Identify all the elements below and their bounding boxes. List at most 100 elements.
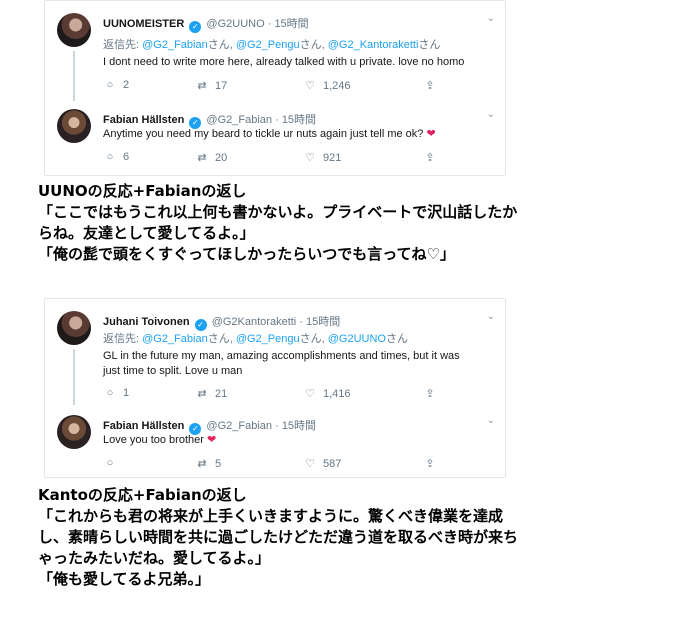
retweet-button[interactable]: ⇄ 5 bbox=[195, 457, 221, 470]
separator-dot: · bbox=[275, 114, 279, 126]
caption-quote-line: らね。友達として愛してるよ。」 bbox=[38, 224, 255, 242]
tweet-kanto[interactable]: Juhani Toivonen ✓ @G2Kantoraketti · 15時間… bbox=[45, 299, 505, 405]
retweet-icon: ⇄ bbox=[197, 388, 207, 400]
like-count: 921 bbox=[323, 152, 342, 164]
user-handle[interactable]: @G2UUNO bbox=[206, 18, 264, 30]
mention-link[interactable]: @G2_Kantoraketti bbox=[328, 39, 419, 51]
reply-button[interactable]: ○ bbox=[103, 457, 123, 469]
tweet-text-content: Anytime you need my beard to tickle ur n… bbox=[103, 128, 427, 140]
mention-link[interactable]: @G2_Fabian bbox=[142, 333, 208, 345]
chevron-down-icon[interactable]: ⌄ bbox=[487, 13, 495, 24]
user-handle[interactable]: @G2Kantoraketti bbox=[212, 316, 297, 328]
separator-dot: · bbox=[299, 316, 303, 328]
red-heart-emoji: ❤ bbox=[426, 128, 436, 140]
honorific: さん bbox=[207, 333, 230, 345]
caption-quote-line: 「俺の髭で頭をくすぐってほしかったらいつでも言ってね♡」 bbox=[38, 245, 455, 263]
tweet-text: I dont need to write more here, already … bbox=[103, 56, 465, 68]
mention-link[interactable]: @G2_Fabian bbox=[142, 39, 208, 51]
share-button[interactable]: ⇪ bbox=[423, 457, 443, 470]
tweet-text: Anytime you need my beard to tickle ur n… bbox=[103, 127, 436, 142]
caption-uuno: UUNOの反応+Fabianの返し 「ここではもうこれ以上何も書かないよ。プライ… bbox=[38, 181, 517, 265]
heart-icon: ♡ bbox=[305, 80, 315, 92]
tweet-actions: ○ ⇄ 5 ♡ 587 ⇪ bbox=[103, 457, 493, 473]
separator-dot: · bbox=[275, 420, 279, 432]
reply-button[interactable]: ○ 1 bbox=[103, 387, 129, 399]
mention-link[interactable]: @G2_Pengu bbox=[236, 333, 300, 345]
tweet-uuno[interactable]: UUNOMEISTER ✓ @G2UUNO · 15時間 ⌄ 返信先: @G2_… bbox=[45, 1, 505, 101]
tweet-actions: ○ 6 ⇄ 20 ♡ 921 ⇪ bbox=[103, 151, 493, 167]
caption-quote-line: 「俺も愛してるよ兄弟。」 bbox=[38, 570, 211, 588]
reply-icon: ○ bbox=[106, 387, 114, 399]
like-count: 1,246 bbox=[323, 80, 351, 92]
mention-link[interactable]: @G2UUNO bbox=[328, 333, 386, 345]
heart-icon: ♡ bbox=[305, 388, 315, 400]
replying-to: 返信先: @G2_Fabianさん, @G2_Penguさん, @G2_Kant… bbox=[103, 36, 440, 52]
share-icon: ⇪ bbox=[425, 80, 435, 92]
tweet-actions: ○ 1 ⇄ 21 ♡ 1,416 ⇪ bbox=[103, 387, 493, 403]
caption-quote-line: ゃったみたいだね。愛してるよ。」 bbox=[38, 549, 271, 567]
like-button[interactable]: ♡ 1,416 bbox=[303, 387, 351, 400]
share-icon: ⇪ bbox=[425, 152, 435, 164]
chevron-down-icon[interactable]: ⌄ bbox=[487, 109, 495, 120]
share-button[interactable]: ⇪ bbox=[423, 387, 443, 400]
chevron-down-icon[interactable]: ⌄ bbox=[487, 311, 495, 322]
share-button[interactable]: ⇪ bbox=[423, 79, 443, 92]
replying-to: 返信先: @G2_Fabianさん, @G2_Penguさん, @G2UUNOさ… bbox=[103, 330, 408, 346]
retweet-count: 20 bbox=[215, 152, 228, 164]
reply-count: 6 bbox=[123, 151, 130, 163]
honorific: さん bbox=[299, 333, 322, 345]
retweet-button[interactable]: ⇄ 20 bbox=[195, 151, 227, 164]
reply-icon: ○ bbox=[106, 79, 114, 91]
share-button[interactable]: ⇪ bbox=[423, 151, 443, 164]
display-name[interactable]: Fabian Hällsten bbox=[103, 114, 184, 126]
like-button[interactable]: ♡ 1,246 bbox=[303, 79, 351, 92]
replying-label: 返信先: bbox=[103, 333, 143, 345]
display-name[interactable]: Juhani Toivonen bbox=[103, 316, 190, 328]
avatar[interactable] bbox=[57, 13, 91, 47]
user-handle[interactable]: @G2_Fabian bbox=[206, 114, 272, 126]
display-name[interactable]: Fabian Hällsten bbox=[103, 420, 184, 432]
avatar[interactable] bbox=[57, 311, 91, 345]
separator-dot: · bbox=[267, 18, 272, 30]
user-handle[interactable]: @G2_Fabian bbox=[206, 420, 272, 432]
avatar[interactable] bbox=[57, 109, 91, 143]
tweet-text-line: GL in the future my man, amazing accompl… bbox=[103, 350, 460, 362]
caption-quote-line: し、素晴らしい時間を共に過ごしたけどただ違う道を取るべき時が来ち bbox=[38, 528, 519, 546]
caption-title: Kantoの反応+Fabianの返し bbox=[38, 486, 247, 504]
tweet-fabian-reply[interactable]: Fabian Hällsten ✓ @G2_Fabian · 15時間 ⌄ Lo… bbox=[45, 405, 505, 479]
display-name[interactable]: UUNOMEISTER bbox=[103, 18, 184, 30]
tweet-text-content: Love you too brother bbox=[103, 434, 207, 446]
mention-link[interactable]: @G2_Pengu bbox=[236, 39, 300, 51]
tweet-fabian-reply[interactable]: Fabian Hällsten ✓ @G2_Fabian · 15時間 ⌄ An… bbox=[45, 99, 505, 177]
timestamp[interactable]: 15時間 bbox=[274, 18, 308, 30]
retweet-count: 5 bbox=[215, 458, 222, 470]
reply-count: 2 bbox=[123, 79, 130, 91]
tweet-thread-card-uuno: UUNOMEISTER ✓ @G2UUNO · 15時間 ⌄ 返信先: @G2_… bbox=[44, 0, 506, 176]
honorific: さん bbox=[299, 39, 322, 51]
tweet-text: GL in the future my man, amazing accompl… bbox=[103, 349, 460, 379]
share-icon: ⇪ bbox=[425, 458, 435, 470]
tweet-thread-card-kanto: Juhani Toivonen ✓ @G2Kantoraketti · 15時間… bbox=[44, 298, 506, 478]
chevron-down-icon[interactable]: ⌄ bbox=[487, 415, 495, 426]
reply-count: 1 bbox=[123, 387, 130, 399]
reply-button[interactable]: ○ 6 bbox=[103, 151, 129, 163]
timestamp[interactable]: 15時間 bbox=[282, 420, 316, 432]
reply-button[interactable]: ○ 2 bbox=[103, 79, 129, 91]
timestamp[interactable]: 15時間 bbox=[282, 114, 316, 126]
tweet-actions: ○ 2 ⇄ 17 ♡ 1,246 ⇪ bbox=[103, 79, 493, 95]
retweet-button[interactable]: ⇄ 17 bbox=[195, 79, 227, 92]
like-button[interactable]: ♡ 587 bbox=[303, 457, 341, 470]
like-button[interactable]: ♡ 921 bbox=[303, 151, 341, 164]
retweet-count: 17 bbox=[215, 80, 228, 92]
tweet-header: Juhani Toivonen ✓ @G2Kantoraketti · 15時間 bbox=[103, 313, 340, 331]
reply-icon: ○ bbox=[106, 151, 114, 163]
caption-quote-line: 「ここではもうこれ以上何も書かないよ。プライベートで沢山話したか bbox=[38, 203, 518, 221]
like-count: 587 bbox=[323, 458, 342, 470]
retweet-button[interactable]: ⇄ 21 bbox=[195, 387, 227, 400]
like-count: 1,416 bbox=[323, 388, 351, 400]
timestamp[interactable]: 15時間 bbox=[306, 316, 340, 328]
tweet-text-line: just time to split. Love u man bbox=[103, 365, 243, 377]
avatar[interactable] bbox=[57, 415, 91, 449]
honorific: さん bbox=[207, 39, 230, 51]
share-icon: ⇪ bbox=[425, 388, 435, 400]
